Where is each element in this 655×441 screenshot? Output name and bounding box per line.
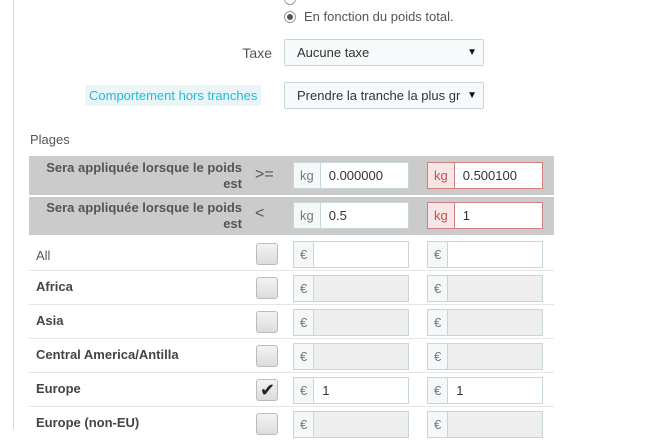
- out-of-range-select-value: Prendre la tranche la plus gr: [297, 88, 461, 103]
- zone-row-all: All € €: [29, 237, 554, 271]
- range-upper-input-2[interactable]: kg 1: [427, 202, 543, 229]
- operator-gte: >=: [255, 166, 274, 183]
- radio-label: En fonction du poids total.: [304, 9, 454, 24]
- out-of-range-label[interactable]: Comportement hors tranches: [85, 85, 262, 106]
- unit-addon: kg: [427, 162, 454, 189]
- zone-row-europe: Europe ✔ € 1 € 1: [29, 373, 554, 407]
- currency-addon: €: [293, 343, 314, 370]
- range-upper-label: Sera appliquée lorsque le poids est: [46, 200, 242, 231]
- range-upper-field[interactable]: 0.5: [319, 202, 409, 229]
- range-lower-field[interactable]: 0.500100: [453, 162, 543, 189]
- unit-addon: kg: [293, 202, 320, 229]
- zone-name: Africa: [36, 279, 73, 294]
- currency-addon: €: [427, 241, 448, 268]
- tax-label: Taxe: [242, 45, 272, 61]
- range-lower-label: Sera appliquée lorsque le poids est: [46, 160, 242, 191]
- zone-price-field[interactable]: [447, 343, 544, 370]
- unit-addon: kg: [293, 162, 320, 189]
- zone-price-field[interactable]: [313, 309, 410, 336]
- zone-checkbox[interactable]: [256, 311, 278, 333]
- currency-addon: €: [293, 309, 314, 336]
- zone-name: Europe (non-EU): [36, 415, 140, 430]
- zone-price-input-1[interactable]: €: [293, 411, 410, 438]
- out-of-range-select[interactable]: Prendre la tranche la plus gr ▼: [284, 82, 484, 109]
- panel-left-border: [13, 0, 14, 429]
- zone-price-input-1[interactable]: €: [293, 343, 410, 370]
- zone-price-input-1[interactable]: € 1: [293, 377, 410, 404]
- zone-price-input-2[interactable]: €: [427, 309, 544, 336]
- zone-name: Central America/Antilla: [36, 347, 179, 362]
- zone-price-input-2[interactable]: €: [427, 411, 544, 438]
- zone-row-asia: Asia € €: [29, 305, 554, 339]
- zone-name: Asia: [36, 313, 64, 328]
- zone-price-field[interactable]: [313, 343, 410, 370]
- range-upper-row: Sera appliquée lorsque le poids est < kg…: [29, 197, 554, 237]
- zone-price-input-2[interactable]: €: [427, 343, 544, 370]
- range-upper-input-1[interactable]: kg 0.5: [293, 202, 409, 229]
- zone-price-input-2[interactable]: €: [427, 241, 544, 268]
- zone-price-field[interactable]: [447, 241, 544, 268]
- zone-name: All: [36, 248, 51, 263]
- zone-price-input-2[interactable]: € 1: [427, 377, 544, 404]
- zone-checkbox[interactable]: [256, 277, 278, 299]
- range-lower-field[interactable]: 0.000000: [319, 162, 409, 189]
- zone-price-field[interactable]: [313, 241, 410, 268]
- zone-checkbox[interactable]: [256, 345, 278, 367]
- zone-checkbox-checked[interactable]: ✔: [256, 379, 278, 401]
- zone-checkbox[interactable]: [256, 413, 278, 435]
- range-lower-row: Sera appliquée lorsque le poids est >= k…: [29, 156, 554, 197]
- range-upper-field[interactable]: 1: [453, 202, 543, 229]
- range-lower-input-2[interactable]: kg 0.500100: [427, 162, 543, 189]
- zone-price-input-1[interactable]: €: [293, 309, 410, 336]
- caret-down-icon: ▼: [463, 40, 477, 65]
- zone-price-input-2[interactable]: €: [427, 275, 544, 302]
- range-lower-input-1[interactable]: kg 0.000000: [293, 162, 409, 189]
- radio-button-checked[interactable]: [284, 10, 296, 23]
- zone-row-europe-non-eu: Europe (non-EU) € €: [29, 407, 554, 441]
- zone-price-field[interactable]: 1: [447, 377, 544, 404]
- zone-price-field[interactable]: 1: [313, 377, 410, 404]
- zone-row-central-america: Central America/Antilla € €: [29, 339, 554, 373]
- tax-select[interactable]: Aucune taxe ▼: [284, 39, 484, 66]
- zone-price-field[interactable]: [313, 411, 410, 438]
- caret-down-icon: ▼: [463, 83, 477, 108]
- currency-addon: €: [427, 411, 448, 438]
- zone-price-field[interactable]: [313, 275, 410, 302]
- checkmark-icon: ✔: [260, 380, 276, 400]
- unit-addon: kg: [427, 202, 454, 229]
- zone-price-input-1[interactable]: €: [293, 241, 410, 268]
- currency-addon: €: [293, 377, 314, 404]
- ranges-table: Sera appliquée lorsque le poids est >= k…: [29, 156, 554, 441]
- zone-price-field[interactable]: [447, 309, 544, 336]
- radio-option-price[interactable]: [284, 0, 304, 5]
- currency-addon: €: [427, 309, 448, 336]
- ranges-title: Plages: [30, 132, 70, 147]
- zone-price-field[interactable]: [447, 275, 544, 302]
- zone-checkbox[interactable]: [256, 243, 278, 265]
- currency-addon: €: [427, 343, 448, 370]
- zone-price-field[interactable]: [447, 411, 544, 438]
- zone-row-africa: Africa € €: [29, 271, 554, 305]
- operator-lt: <: [255, 205, 265, 222]
- zone-price-input-1[interactable]: €: [293, 275, 410, 302]
- currency-addon: €: [427, 377, 448, 404]
- radio-option-weight[interactable]: En fonction du poids total.: [284, 9, 454, 24]
- radio-button[interactable]: [284, 0, 296, 5]
- currency-addon: €: [427, 275, 448, 302]
- tax-select-value: Aucune taxe: [297, 45, 370, 60]
- currency-addon: €: [293, 241, 314, 268]
- currency-addon: €: [293, 411, 314, 438]
- currency-addon: €: [293, 275, 314, 302]
- zone-name: Europe: [36, 381, 81, 396]
